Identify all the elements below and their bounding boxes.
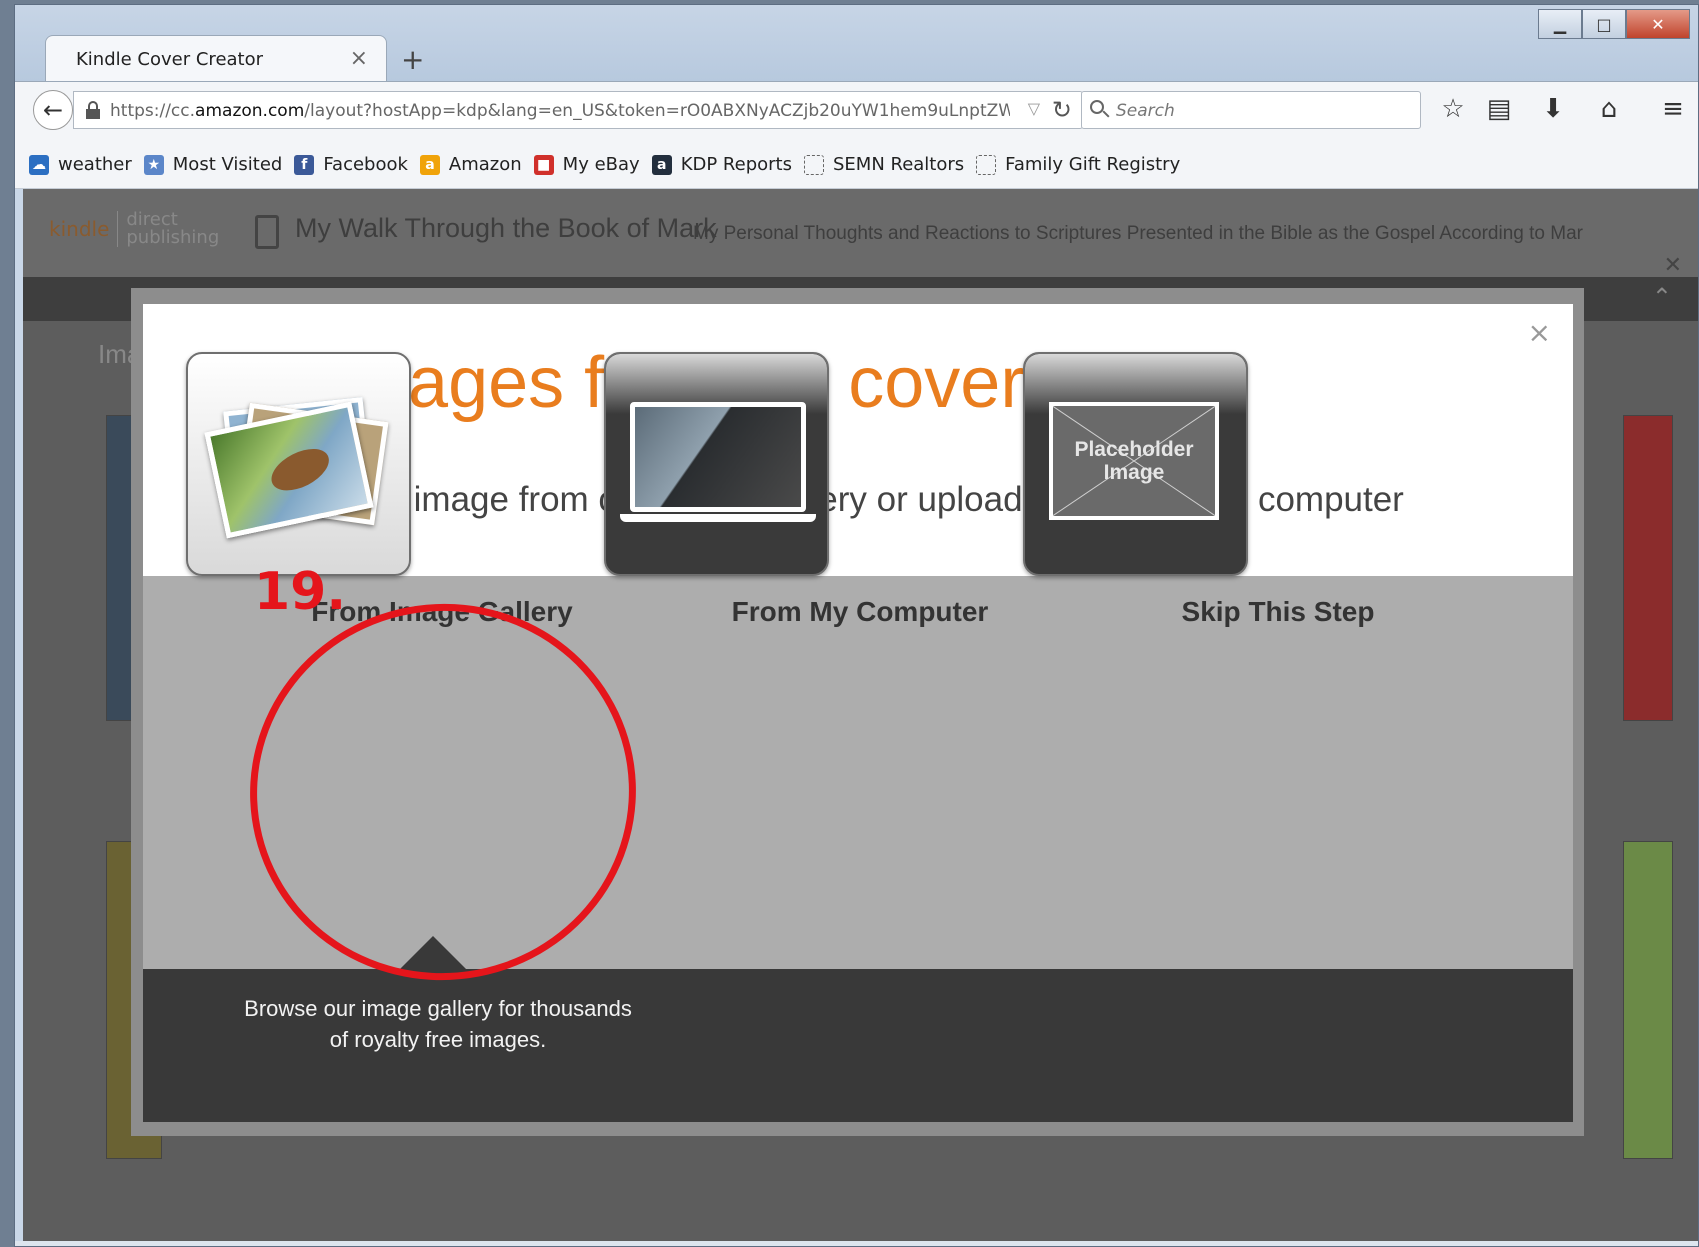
bookmark-amazon[interactable]: a Amazon (419, 154, 522, 175)
kdp-logo: kindle direct publishing (49, 209, 220, 248)
window-controls: ▁ □ ✕ (1538, 9, 1690, 39)
cover-thumbnail[interactable] (1623, 415, 1673, 721)
amazon-icon: a (651, 154, 672, 175)
bookmark-most-visited[interactable]: ★ Most Visited (143, 154, 282, 175)
weather-icon: ☁ (29, 154, 49, 175)
option-description-panel: Browse our image gallery for thousands o… (143, 969, 1573, 1122)
from-my-computer-button[interactable] (604, 352, 829, 576)
search-placeholder: Search (1116, 101, 1175, 121)
book-icon (255, 215, 279, 249)
maximize-button[interactable]: □ (1582, 9, 1626, 39)
status-bar (15, 1241, 1698, 1246)
skip-this-step-button[interactable]: Placeholder Image (1023, 352, 1248, 576)
bookmarks-toolbar: ☁ weather ★ Most Visited f Facebook a Amazon… (15, 141, 1698, 189)
bookmark-facebook[interactable]: f Facebook (294, 154, 408, 175)
blank-page-icon (803, 154, 824, 175)
from-image-gallery-button[interactable] (186, 352, 411, 576)
search-icon (1090, 100, 1110, 120)
minimize-button[interactable]: ▁ (1538, 9, 1582, 39)
address-bar[interactable]: https://cc.amazon.com/layout?hostApp=kdp… (73, 91, 1083, 129)
download-icon[interactable]: ⬇ (1535, 94, 1571, 124)
back-arrow-icon: ← (42, 96, 64, 124)
title-bar: ▁ □ ✕ Kindle Cover Creator × + (15, 5, 1698, 83)
search-input[interactable]: Search (1081, 91, 1421, 129)
annotation-step-number: 19. (254, 562, 347, 622)
bookmark-weather[interactable]: ☁ weather (29, 154, 132, 175)
page-header: kindle direct publishing My Walk Through … (23, 189, 1698, 278)
lock-icon (86, 101, 100, 119)
tab-close-icon[interactable]: × (350, 46, 368, 71)
cover-thumbnail[interactable] (1623, 841, 1673, 1159)
blank-page-icon (976, 154, 997, 175)
home-icon[interactable]: ⌂ (1591, 94, 1627, 124)
amazon-icon: a (419, 154, 440, 175)
reload-icon[interactable]: ↻ (1052, 96, 1072, 124)
bookmark-semn-realtors[interactable]: SEMN Realtors (803, 154, 964, 175)
tab-kindle-cover-creator[interactable]: Kindle Cover Creator × (45, 35, 387, 83)
url-text: https://cc.amazon.com/layout?hostApp=kdp… (110, 101, 1010, 121)
navigation-bar: ← https://cc.amazon.com/layout?hostApp=k… (15, 81, 1698, 141)
star-icon[interactable]: ☆ (1435, 94, 1471, 124)
facebook-icon: f (294, 154, 315, 175)
most-visited-icon: ★ (143, 154, 164, 175)
new-tab-button[interactable]: + (401, 43, 424, 76)
collapse-icon[interactable]: ⌃ (1652, 283, 1672, 311)
back-button[interactable]: ← (33, 90, 73, 130)
close-icon[interactable]: ✕ (1664, 253, 1682, 278)
modal-close-icon[interactable]: × (1528, 316, 1551, 349)
close-window-button[interactable]: ✕ (1626, 9, 1690, 39)
tab-title: Kindle Cover Creator (76, 49, 264, 70)
reading-list-icon[interactable]: ▤ (1481, 94, 1517, 124)
bookmark-my-ebay[interactable]: ■ My eBay (533, 154, 640, 175)
option-description: Browse our image gallery for thousands o… (244, 996, 632, 1052)
from-my-computer-label[interactable]: From My Computer (650, 596, 1070, 628)
menu-icon[interactable]: ≡ (1655, 94, 1691, 124)
ebay-icon: ■ (533, 154, 554, 175)
book-subtitle: My Personal Thoughts and Reactions to Sc… (693, 223, 1583, 244)
bookmark-kdp-reports[interactable]: a KDP Reports (651, 154, 792, 175)
bookmark-family-gift-registry[interactable]: Family Gift Registry (976, 154, 1180, 175)
skip-this-step-label[interactable]: Skip This Step (1068, 596, 1488, 628)
url-dropdown-icon[interactable]: ▽ (1028, 99, 1040, 118)
book-title: My Walk Through the Book of Mark (295, 213, 717, 243)
